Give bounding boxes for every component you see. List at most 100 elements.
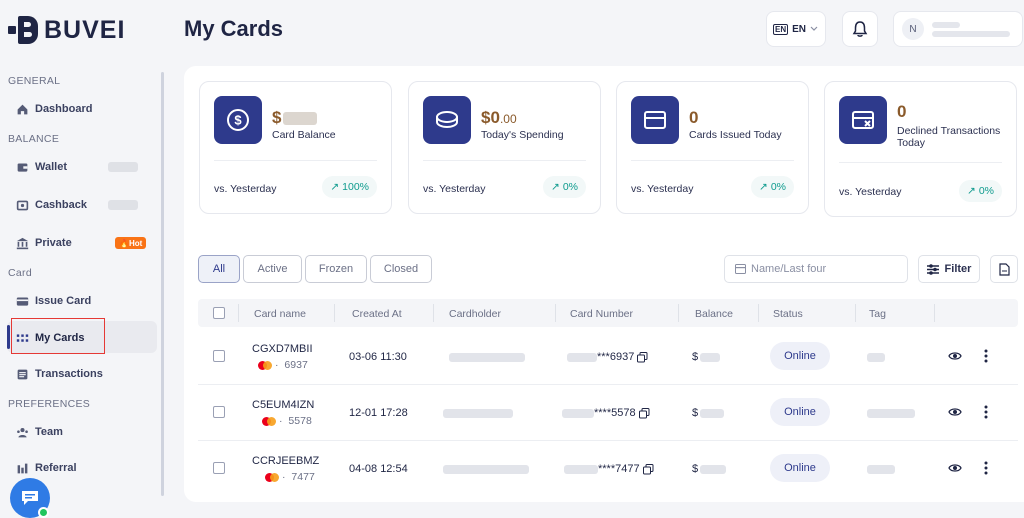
cashback-icon [16, 199, 29, 212]
trend-up-icon: ↗ [967, 185, 976, 197]
row-checkbox[interactable] [213, 406, 225, 418]
more-options-icon[interactable] [978, 348, 994, 364]
sidebar-item-transactions[interactable]: Transactions [16, 363, 103, 385]
column-header-balance[interactable]: Balance [695, 308, 733, 320]
card-number-prefix [567, 353, 597, 362]
mastercard-icon [258, 360, 272, 370]
sidebar-item-dashboard[interactable]: Dashboard [16, 98, 92, 120]
search-placeholder: Name/Last four [751, 263, 827, 275]
highlight-box [11, 318, 105, 354]
more-options-icon[interactable] [978, 404, 994, 420]
mastercard-icon [265, 472, 279, 482]
card-issued-icon [631, 96, 679, 144]
card-name[interactable]: C5EUM4IZN [252, 399, 314, 411]
balance: $ [692, 463, 699, 475]
divider [423, 160, 586, 161]
column-header-status[interactable]: Status [773, 308, 803, 320]
view-icon[interactable] [947, 404, 963, 420]
tab-active[interactable]: Active [243, 255, 302, 283]
hot-badge: 🔥 Hot [115, 237, 147, 249]
column-header-cardholder[interactable]: Cardholder [449, 308, 501, 320]
sidebar-item-label: Issue Card [35, 295, 92, 307]
card-name[interactable]: CGXD7MBII [252, 343, 313, 355]
referral-icon [16, 462, 29, 475]
section-label-preferences: PREFERENCES [8, 398, 91, 410]
column-separator [855, 304, 856, 322]
cardholder-name [443, 409, 513, 418]
trend-up-icon: ↗ [330, 181, 340, 193]
sidebar-item-wallet[interactable]: Wallet [16, 156, 67, 178]
brand-logo[interactable]: BUVEI [8, 14, 125, 46]
row-checkbox[interactable] [213, 350, 225, 362]
export-file-icon [998, 262, 1010, 276]
created-at: 03-06 11:30 [349, 351, 407, 363]
online-indicator [38, 507, 49, 518]
stat-label: Card Balance [272, 129, 336, 141]
copy-icon[interactable] [638, 407, 650, 419]
column-separator [334, 304, 335, 322]
tab-closed[interactable]: Closed [370, 255, 432, 283]
status-badge: Online [770, 342, 830, 370]
view-icon[interactable] [947, 460, 963, 476]
created-at: 12-01 17:28 [349, 407, 408, 419]
column-separator [678, 304, 679, 322]
section-label-balance: BALANCE [8, 133, 60, 145]
column-header-tag[interactable]: Tag [869, 308, 886, 320]
list-icon [16, 368, 29, 381]
column-separator [238, 304, 239, 322]
sidebar-item-cashback[interactable]: Cashback [16, 194, 87, 216]
stat-comparison: vs. Yesterday [839, 186, 902, 198]
copy-icon[interactable] [637, 351, 648, 363]
stat-card-balance: $ $ Card Balance vs. Yesterday ↗ 100% [199, 81, 392, 214]
divider [631, 160, 794, 161]
sidebar-item-issue-card[interactable]: Issue Card [16, 290, 91, 312]
notifications-button[interactable] [842, 11, 878, 47]
sidebar-scrollbar[interactable] [161, 72, 164, 496]
tab-all[interactable]: All [198, 255, 240, 283]
column-separator [433, 304, 434, 322]
stat-value: 0 [897, 102, 907, 121]
stat-comparison: vs. Yesterday [631, 183, 694, 195]
stat-value: $ [272, 108, 318, 128]
balance-amount [700, 353, 720, 362]
language-selector[interactable]: EN EN [766, 11, 826, 47]
cardholder-name [443, 465, 529, 474]
row-divider [198, 440, 1018, 441]
card-search-icon [735, 264, 746, 274]
tag-value [867, 409, 915, 418]
status-badge: Online [770, 398, 830, 426]
more-options-icon[interactable] [978, 460, 994, 476]
card-icon [16, 295, 29, 308]
sidebar-item-private[interactable]: Private [16, 232, 72, 254]
row-divider [198, 384, 1018, 385]
search-input[interactable]: Name/Last four [724, 255, 908, 283]
card-name[interactable]: CCRJEEBMZ [252, 455, 319, 467]
sidebar-item-label: Cashback [35, 199, 87, 211]
card-brand-last4: · 6937 [258, 359, 308, 371]
column-header-card-name[interactable]: Card name [254, 308, 306, 320]
select-all-checkbox[interactable] [213, 307, 225, 319]
stat-value: 0 [689, 108, 699, 127]
card-brand-last4: · 7477 [265, 471, 315, 483]
logo-icon [8, 14, 38, 46]
view-icon[interactable] [947, 348, 963, 364]
sidebar-item-team[interactable]: Team [16, 421, 63, 443]
row-checkbox[interactable] [213, 462, 225, 474]
column-separator [555, 304, 556, 322]
column-header-created-at[interactable]: Created At [352, 308, 402, 320]
trend-badge: ↗ 100% [322, 176, 377, 198]
tab-frozen[interactable]: Frozen [305, 255, 367, 283]
cardholder-name [449, 353, 525, 362]
sidebar-item-label: Dashboard [35, 103, 93, 115]
filter-button[interactable]: Filter [918, 255, 980, 283]
copy-icon[interactable] [642, 463, 654, 475]
column-header-card-number[interactable]: Card Number [570, 308, 633, 320]
export-button[interactable] [990, 255, 1018, 283]
sidebar-item-referral[interactable]: Referral [16, 457, 77, 479]
stat-comparison: vs. Yesterday [423, 183, 486, 195]
column-separator [934, 304, 935, 322]
card-number-prefix [564, 465, 598, 474]
trend-badge: ↗ 0% [959, 180, 1002, 202]
card-number: ****5578 [594, 407, 650, 419]
user-menu[interactable]: N [893, 11, 1023, 47]
